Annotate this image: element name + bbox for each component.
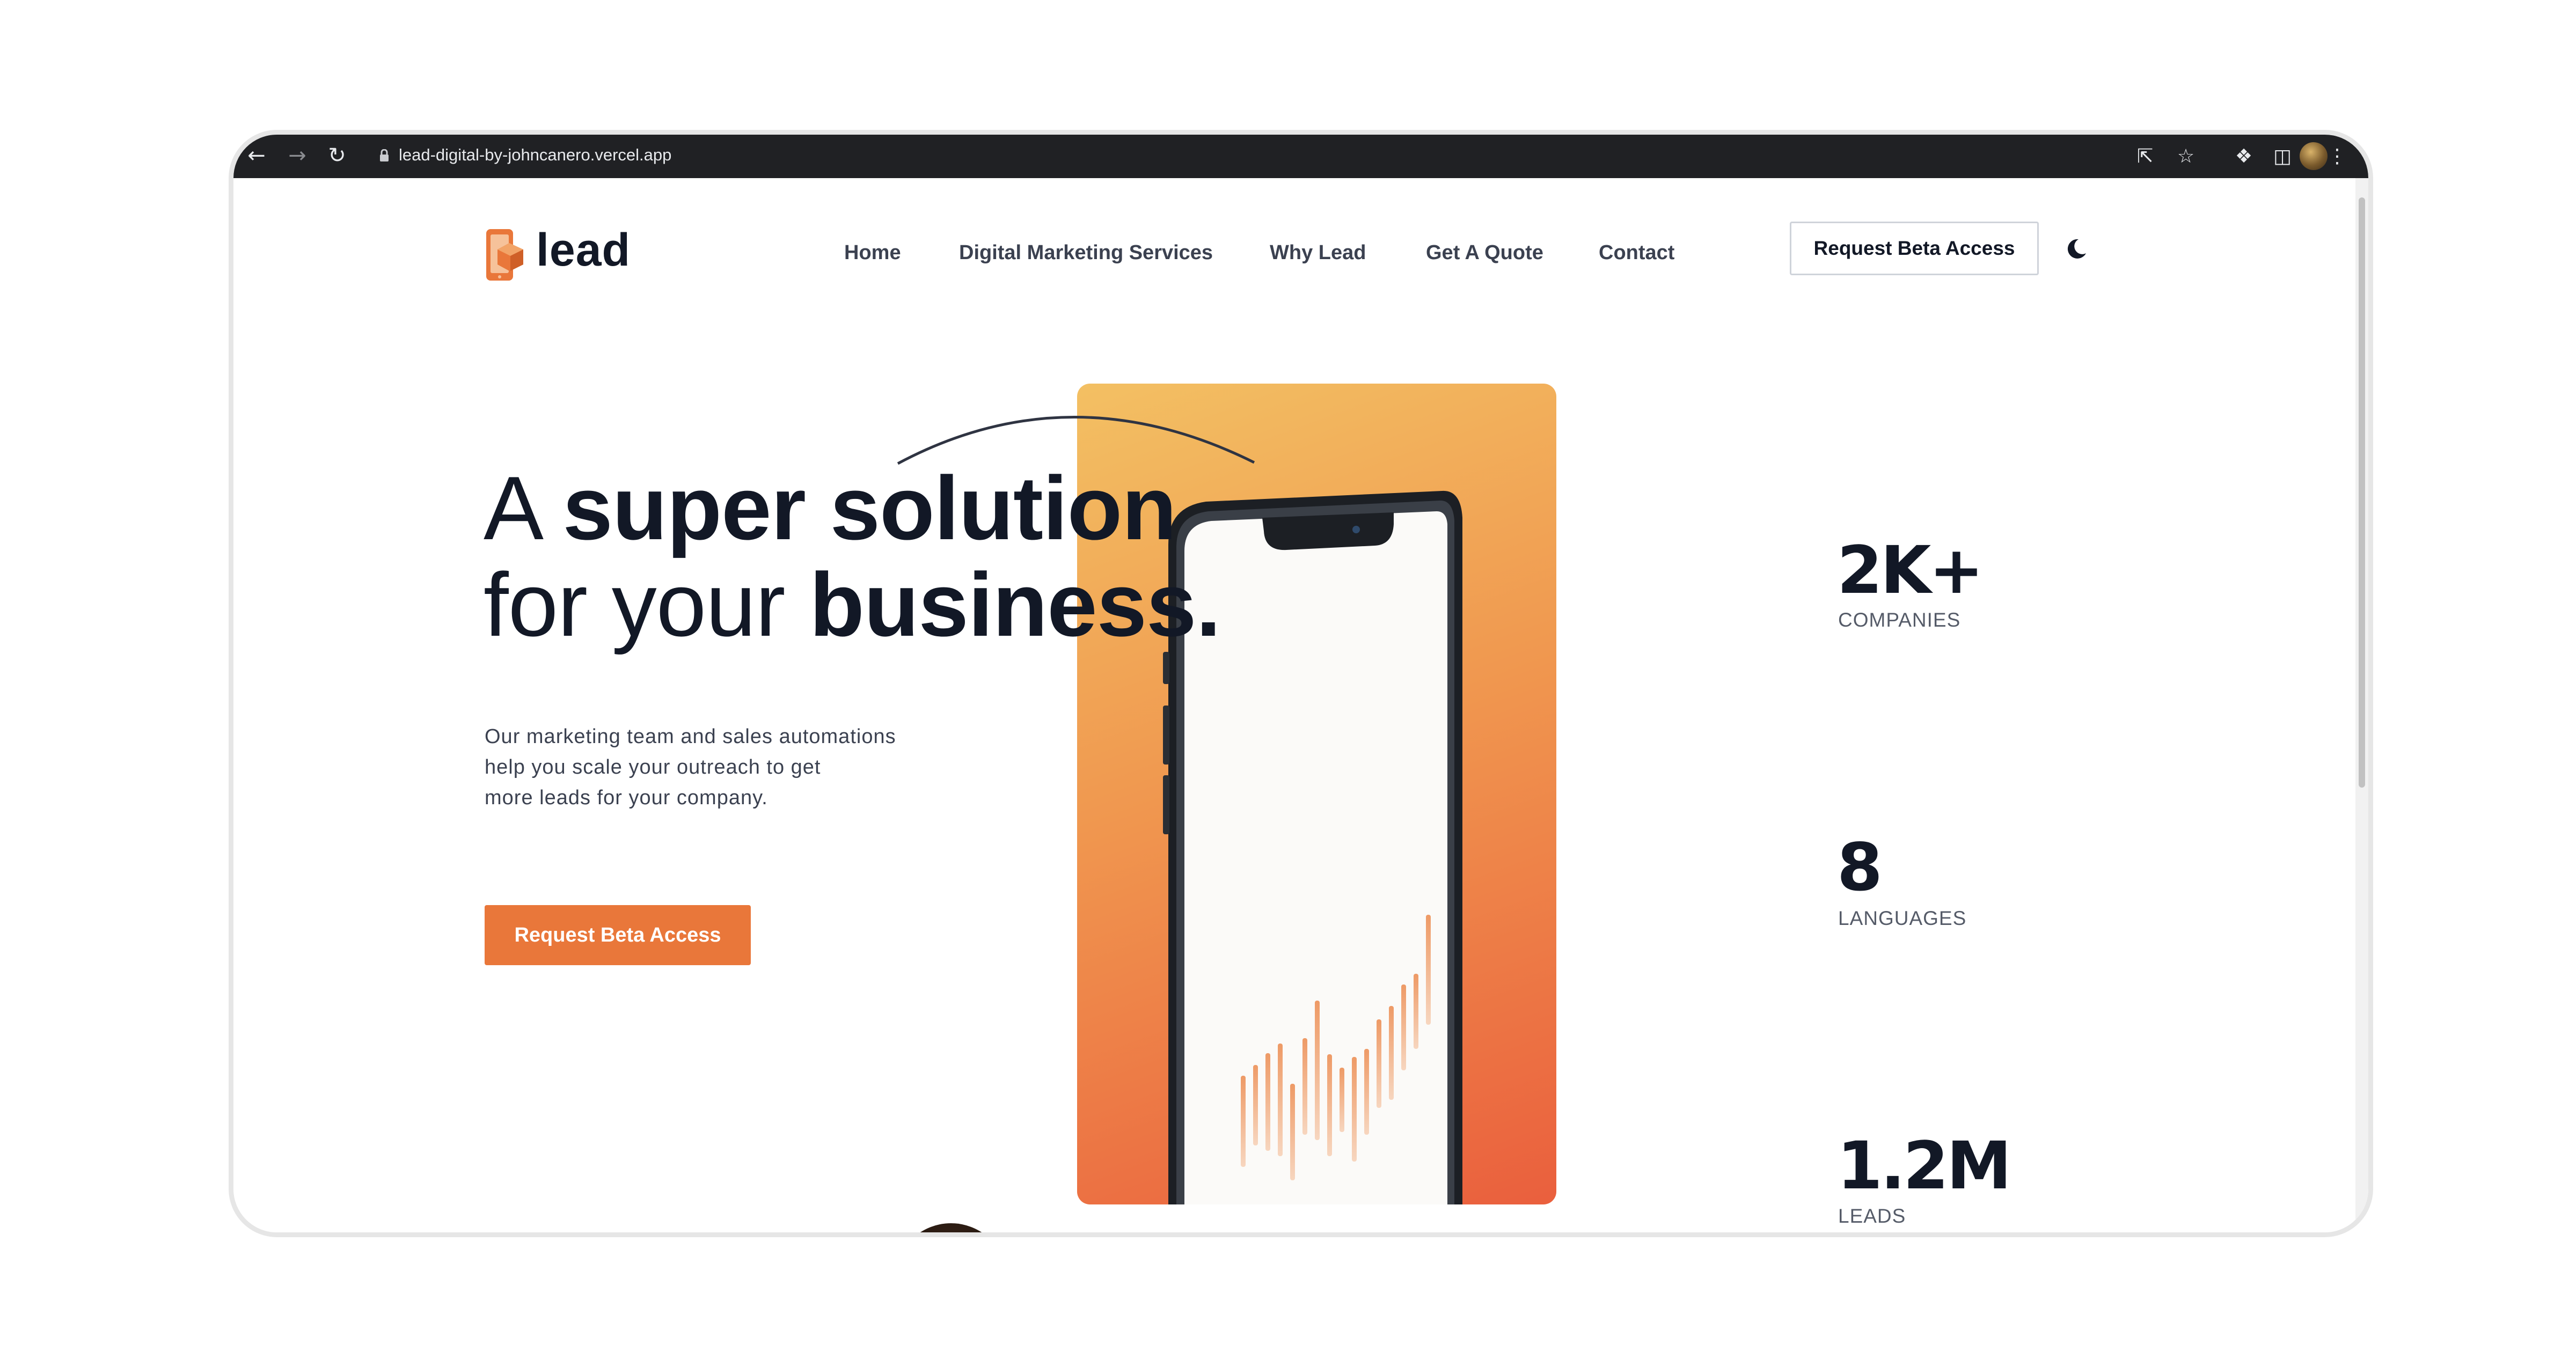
side-panel-icon[interactable]: ◫ xyxy=(2270,143,2295,169)
back-arrow-icon[interactable]: ← xyxy=(243,142,270,169)
screen-bar-6 xyxy=(1302,1038,1307,1135)
address-bar[interactable]: lead-digital-by-johncanero.vercel.app xyxy=(399,145,671,165)
nav-get-a-quote[interactable]: Get A Quote xyxy=(1426,241,1543,264)
stat-leads-label: LEADS xyxy=(1838,1205,1906,1227)
bookmark-star-icon[interactable]: ☆ xyxy=(2173,143,2199,169)
share-icon[interactable]: ⇱ xyxy=(2132,143,2158,169)
screen-bar-1 xyxy=(1241,1076,1246,1167)
screen-bar-16 xyxy=(1426,915,1431,1025)
scrollbar-thumb[interactable] xyxy=(2359,197,2365,788)
logo-phone-cube-icon[interactable] xyxy=(485,227,526,284)
description-line-1: Our marketing team and sales automations xyxy=(485,725,896,748)
screen-bar-11 xyxy=(1364,1049,1369,1135)
headline-bold-2: business. xyxy=(809,554,1221,655)
headline-light-2: for your xyxy=(484,554,810,655)
screen-bar-10 xyxy=(1352,1057,1357,1162)
stat-companies-value: 2K+ xyxy=(1837,532,1984,608)
extensions-puzzle-icon[interactable]: ❖ xyxy=(2231,143,2257,169)
brand-logo-text[interactable]: lead xyxy=(536,224,631,277)
stat-languages-label: LANGUAGES xyxy=(1838,907,1967,929)
stat-leads-value: 1.2M xyxy=(1837,1128,2012,1204)
headline-light-1: A xyxy=(484,458,563,559)
header-request-beta-button[interactable]: Request Beta Access xyxy=(1790,222,2039,275)
browser-toolbar: ← → ↻ lead-digital-by-johncanero.vercel.… xyxy=(233,135,2368,178)
nav-contact[interactable]: Contact xyxy=(1599,241,1674,264)
headline-line-2: for your business. xyxy=(484,554,1221,655)
forward-arrow-icon[interactable]: → xyxy=(284,142,311,169)
screen-bar-12 xyxy=(1377,1019,1381,1108)
nav-digital-marketing-services[interactable]: Digital Marketing Services xyxy=(959,241,1213,264)
headline-line-1: A super solution xyxy=(484,460,1220,556)
nav-home[interactable]: Home xyxy=(844,241,901,264)
hero-description: Our marketing team and sales automations… xyxy=(485,722,957,813)
nav-why-lead[interactable]: Why Lead xyxy=(1270,241,1366,264)
screen-bar-13 xyxy=(1389,1006,1394,1100)
dark-mode-moon-icon[interactable] xyxy=(2065,237,2088,261)
screen-bar-9 xyxy=(1340,1068,1344,1132)
screen-bar-14 xyxy=(1401,984,1406,1070)
description-line-3: more leads for your company. xyxy=(485,787,768,809)
screen-bar-4 xyxy=(1278,1044,1283,1156)
scrollbar[interactable] xyxy=(2355,178,2368,1232)
person-avatar-partial xyxy=(895,1223,1007,1232)
screen-bar-15 xyxy=(1414,974,1418,1049)
screen-bar-8 xyxy=(1327,1054,1332,1156)
web-page: lead Home Digital Marketing Services Why… xyxy=(233,178,2368,1232)
more-menu-icon[interactable]: ⋮ xyxy=(2328,143,2347,169)
reload-icon[interactable]: ↻ xyxy=(324,142,350,169)
stat-companies-label: COMPANIES xyxy=(1838,609,1961,631)
hero-headline: A super solution for your business. xyxy=(484,460,1221,655)
headline-bold-1: super solution xyxy=(562,458,1176,559)
browser-window: ← → ↻ lead-digital-by-johncanero.vercel.… xyxy=(229,130,2373,1237)
lock-icon xyxy=(380,149,389,161)
screen-bar-3 xyxy=(1265,1053,1270,1151)
screen-bar-5 xyxy=(1290,1084,1295,1180)
profile-avatar[interactable] xyxy=(2300,142,2328,170)
stat-languages-value: 8 xyxy=(1837,829,1883,906)
description-line-2: help you scale your outreach to get xyxy=(485,756,821,778)
screen-bar-7 xyxy=(1315,1001,1320,1140)
screen-bar-2 xyxy=(1253,1065,1258,1145)
hero-request-beta-button[interactable]: Request Beta Access xyxy=(485,905,751,965)
